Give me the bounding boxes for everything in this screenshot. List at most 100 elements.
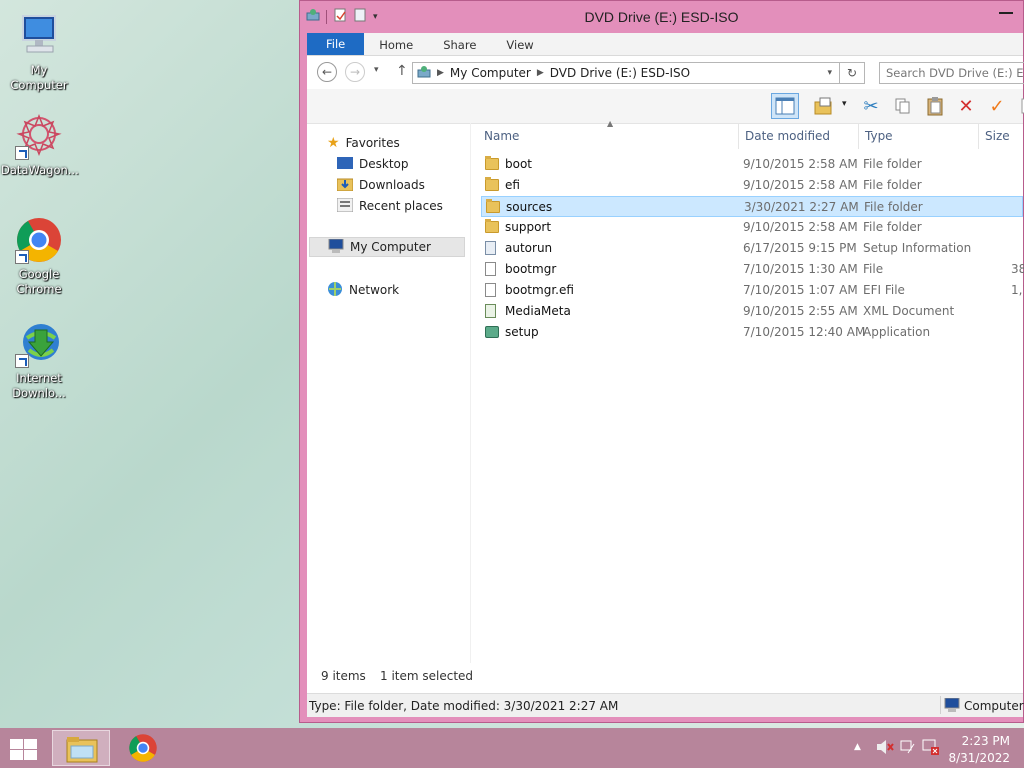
file-name: setup <box>505 325 539 339</box>
address-bar[interactable]: ▶ My Computer ▶ DVD Drive (E:) ESD-ISO ▾ <box>412 62 865 84</box>
properties-button[interactable] <box>1013 93 1024 119</box>
nav-label: Recent places <box>359 199 443 213</box>
folder-icon <box>485 156 499 170</box>
breadcrumb-my-computer[interactable]: My Computer <box>444 66 537 80</box>
column-divider[interactable] <box>858 123 859 149</box>
file-date-modified: 7/10/2015 1:30 AM <box>743 262 858 276</box>
delete-button[interactable]: ✕ <box>952 93 980 119</box>
taskbar-file-explorer[interactable] <box>52 730 110 766</box>
move-to-button[interactable] <box>810 93 838 119</box>
file-name: efi <box>505 178 520 192</box>
desktop-icon-label: DataWagon... <box>1 163 79 177</box>
file-row-sources[interactable]: sources 3/30/2021 2:27 AM File folder <box>481 196 1023 217</box>
file-row-bootmgr[interactable]: bootmgr 7/10/2015 1:30 AM File 38 <box>481 259 1024 280</box>
clock-time: 2:23 PM <box>961 734 1010 748</box>
tab-file[interactable]: File <box>307 33 365 55</box>
column-header-size[interactable]: Size <box>985 129 1010 143</box>
column-header-name[interactable]: Name <box>484 129 519 143</box>
desktop-icon-internet-download-manager[interactable]: Internet Downlo... <box>1 320 77 401</box>
nav-label: Downloads <box>359 178 425 192</box>
file-type: XML Document <box>863 304 955 318</box>
preview-pane-button[interactable] <box>771 93 799 119</box>
paste-button[interactable] <box>921 93 949 119</box>
status-bar: 9 items 1 item selected <box>307 663 1023 687</box>
action-center-icon[interactable] <box>900 740 916 757</box>
clock-date: 8/31/2022 <box>948 751 1010 765</box>
file-row-setup[interactable]: setup 7/10/2015 12:40 AM Application <box>481 322 1023 343</box>
desktop-icon-label: Internet Downlo... <box>12 371 66 400</box>
recent-places-icon <box>336 197 354 215</box>
idm-icon <box>15 320 63 368</box>
back-button[interactable]: ← <box>317 62 337 82</box>
desktop-icon-google-chrome[interactable]: Google Chrome <box>1 216 77 297</box>
nav-downloads[interactable]: Downloads <box>336 175 425 195</box>
minimize-button[interactable] <box>999 10 1013 14</box>
file-row-efi[interactable]: efi 9/10/2015 2:58 AM File folder <box>481 175 1023 196</box>
column-header-date[interactable]: Date modified <box>745 129 830 143</box>
content-area: ★ Favorites Desktop Downloads Recent pla… <box>307 119 1024 663</box>
address-row: ← → ▾ ↑ ▶ My Computer ▶ DVD Drive (E:) E… <box>307 56 1024 89</box>
taskbar-chrome[interactable] <box>114 730 172 766</box>
tab-share[interactable]: Share <box>428 33 491 55</box>
recent-locations-dropdown-icon[interactable]: ▾ <box>374 65 379 75</box>
breadcrumb-separator-icon[interactable]: ▶ <box>537 68 544 78</box>
file-type: File folder <box>863 220 922 234</box>
file-row-boot[interactable]: boot 9/10/2015 2:58 AM File folder <box>481 154 1023 175</box>
column-divider[interactable] <box>738 123 739 149</box>
start-button[interactable] <box>8 737 38 761</box>
clock[interactable]: 2:23 PM 8/31/2022 <box>948 733 1010 767</box>
breadcrumb-dvd-drive[interactable]: DVD Drive (E:) ESD-ISO <box>544 66 696 80</box>
nav-label: My Computer <box>350 240 431 254</box>
file-row-mediameta[interactable]: MediaMeta 9/10/2015 2:55 AM XML Document <box>481 301 1023 322</box>
forward-button[interactable]: → <box>345 62 365 82</box>
file-name: MediaMeta <box>505 304 571 318</box>
datawagon-icon <box>15 112 63 160</box>
setup-info-icon <box>485 241 496 255</box>
details-divider <box>940 696 941 714</box>
shortcut-arrow-icon <box>15 146 29 160</box>
window-title: DVD Drive (E:) ESD-ISO <box>584 9 739 25</box>
search-input[interactable]: Search DVD Drive (E:) ESD-ISO <box>879 62 1024 84</box>
cut-button[interactable]: ✂ <box>857 93 885 119</box>
network-disconnected-icon[interactable] <box>922 739 940 758</box>
nav-my-computer[interactable]: My Computer <box>309 237 465 257</box>
file-date-modified: 7/10/2015 12:40 AM <box>743 325 866 339</box>
column-header-type[interactable]: Type <box>865 129 893 143</box>
file-type: Setup Information <box>863 241 972 255</box>
nav-desktop[interactable]: Desktop <box>337 154 409 174</box>
ribbon-tabs: File Home Share View <box>307 33 1023 56</box>
desktop-icon-datawagon[interactable]: DataWagon... <box>1 112 79 178</box>
nav-recent-places[interactable]: Recent places <box>336 196 443 216</box>
desktop-icon-my-computer[interactable]: My Computer <box>1 12 77 93</box>
nav-label: Network <box>349 283 400 297</box>
star-icon: ★ <box>327 135 340 151</box>
volume-muted-icon[interactable] <box>876 739 894 758</box>
refresh-button[interactable]: ↻ <box>839 62 865 84</box>
file-icon <box>485 283 496 297</box>
file-date-modified: 7/10/2015 1:07 AM <box>743 283 858 297</box>
breadcrumb-separator-icon[interactable]: ▶ <box>431 68 444 78</box>
desktop-icon-label: My Computer <box>10 63 68 92</box>
move-to-dropdown-icon[interactable]: ▾ <box>842 99 847 109</box>
copy-button[interactable] <box>889 93 917 119</box>
selection-count: 1 item selected <box>380 669 474 683</box>
file-name: boot <box>505 157 533 171</box>
file-date-modified: 9/10/2015 2:58 AM <box>743 178 858 192</box>
nav-network[interactable]: Network <box>327 280 399 300</box>
title-bar[interactable]: ▾ DVD Drive (E:) ESD-ISO <box>300 1 1023 33</box>
file-name: autorun <box>505 241 553 255</box>
file-row-autorun[interactable]: autorun 6/17/2015 9:15 PM Setup Informatio… <box>481 238 1023 259</box>
computer-icon <box>944 697 960 715</box>
rename-button[interactable]: ✓ <box>983 93 1011 119</box>
show-hidden-icons-icon[interactable]: ▲ <box>854 742 861 752</box>
details-bar: Type: File folder, Date modified: 3/30/2… <box>307 693 1024 717</box>
nav-favorites[interactable]: ★ Favorites <box>327 133 400 153</box>
tab-view[interactable]: View <box>491 33 548 55</box>
column-divider[interactable] <box>978 123 979 149</box>
file-row-bootmgr-efi[interactable]: bootmgr.efi 7/10/2015 1:07 AM EFI File 1,12 <box>481 280 1024 301</box>
file-row-support[interactable]: support 9/10/2015 2:58 AM File folder <box>481 217 1023 238</box>
tab-home[interactable]: Home <box>364 33 428 55</box>
up-arrow-icon[interactable]: ↑ <box>396 63 408 79</box>
setup-app-icon <box>485 326 499 338</box>
file-size: 1,12 <box>1011 283 1024 297</box>
